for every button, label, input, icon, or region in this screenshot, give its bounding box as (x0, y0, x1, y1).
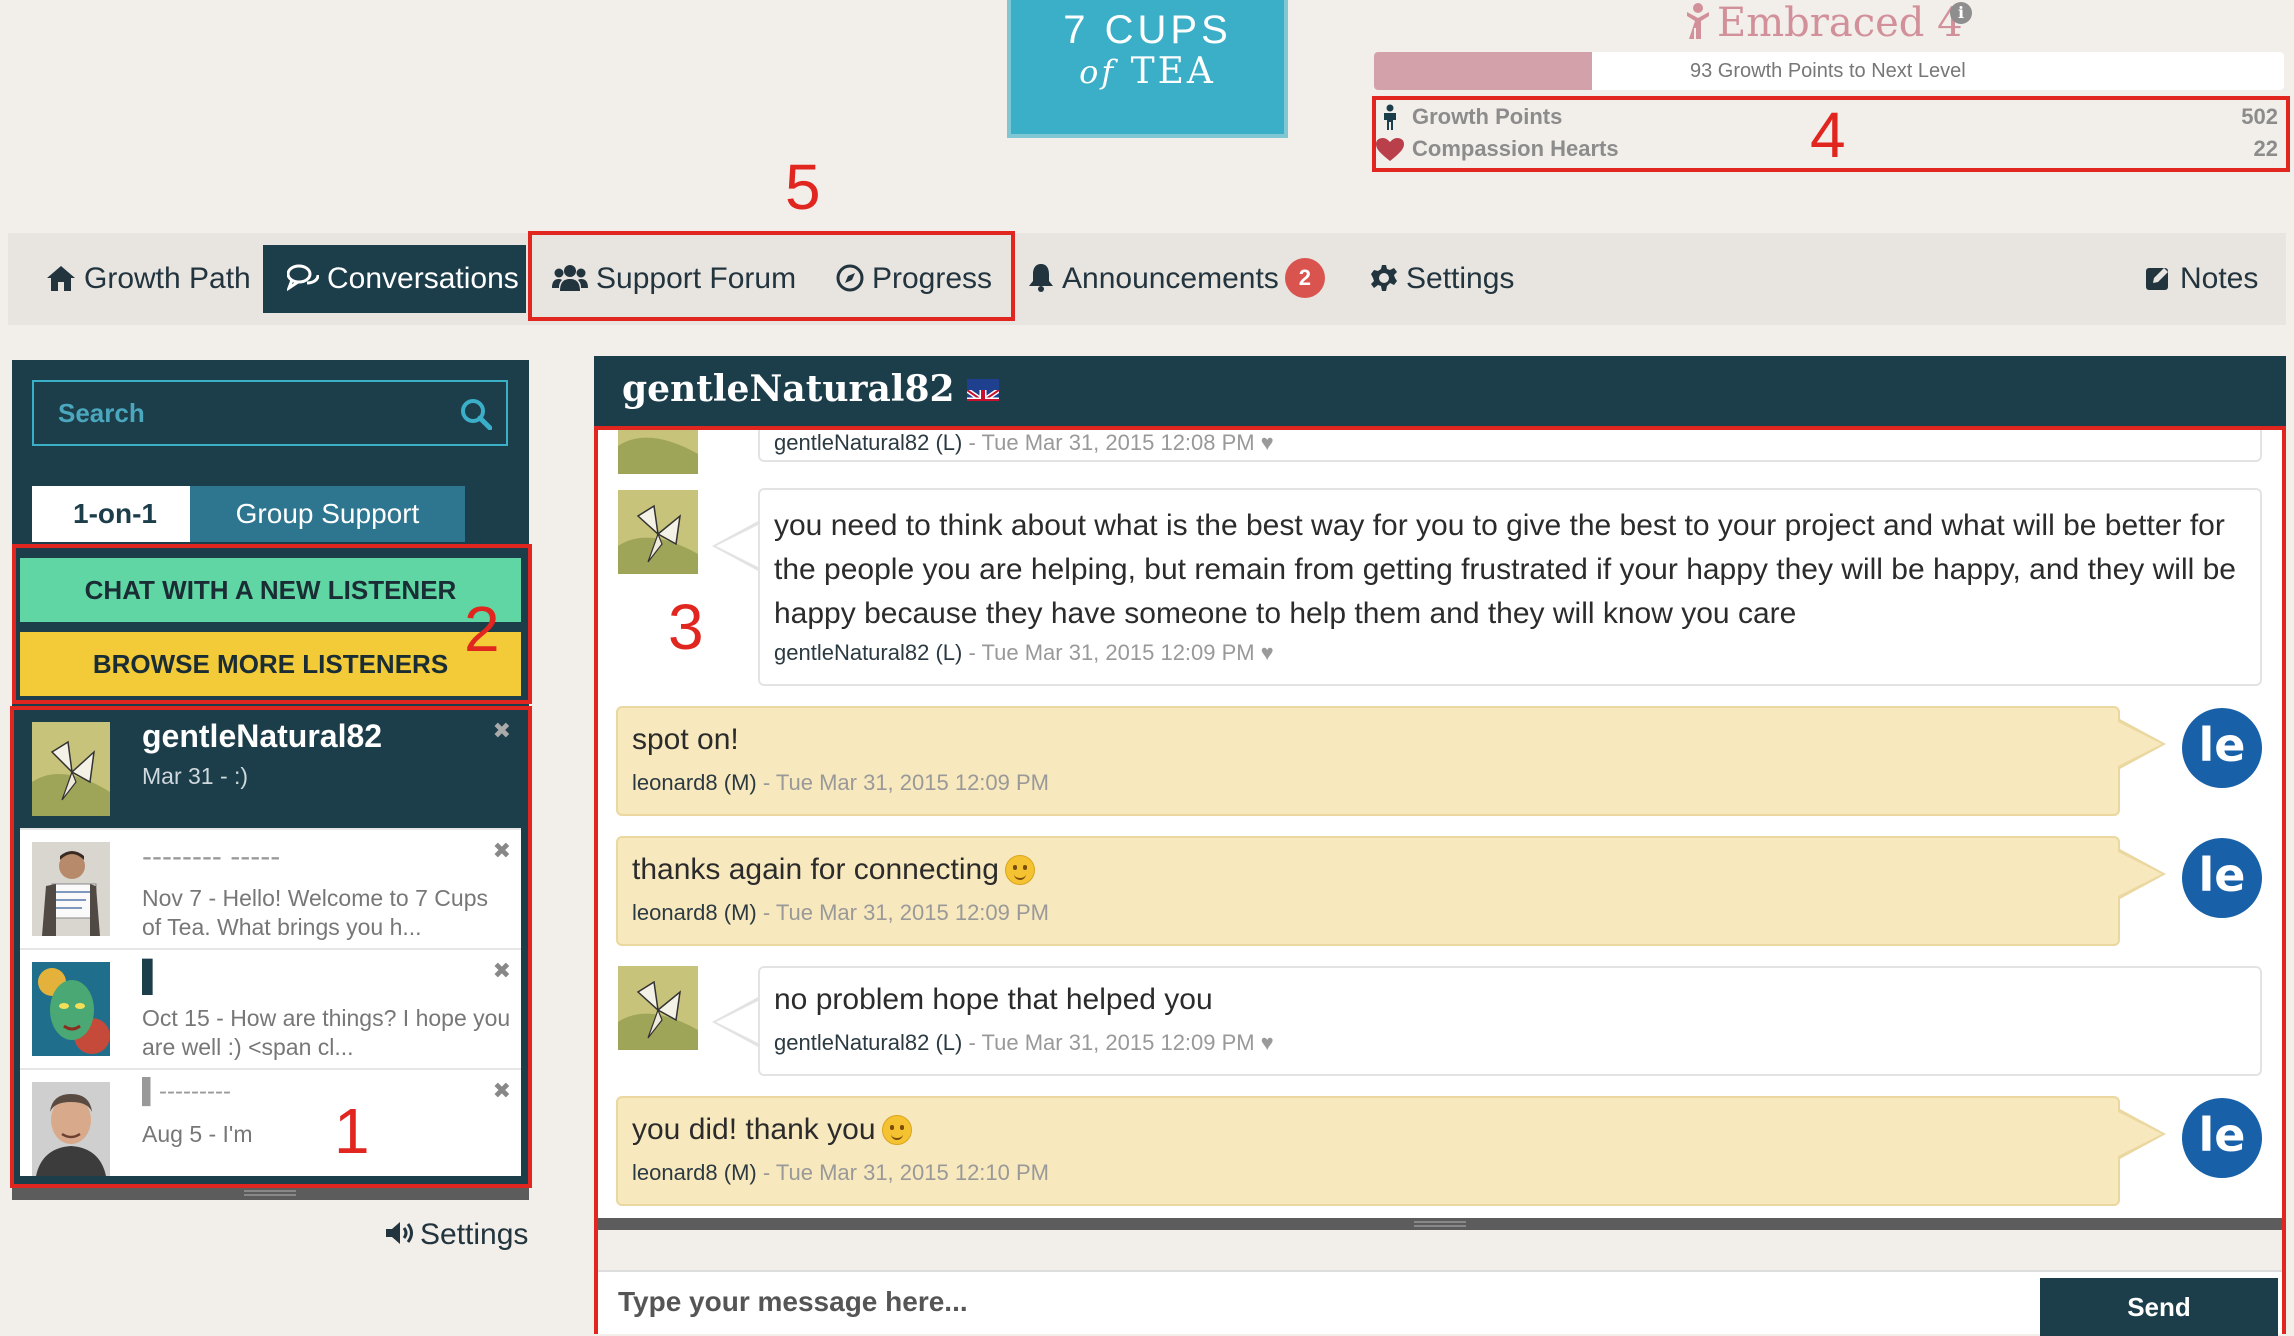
annotation-number-5: 5 (785, 151, 821, 223)
annotation-box-3 (594, 426, 2286, 1334)
nav-announcements[interactable]: Announcements 2 (1028, 245, 1348, 313)
home-icon (47, 266, 75, 291)
annotation-box-2 (12, 544, 532, 704)
chat-header: gentleNatural82 (594, 356, 2286, 426)
annotation-number-4: 4 (1810, 99, 1846, 171)
annotation-box-1 (10, 706, 532, 1188)
nav-growth-path[interactable]: Growth Path (18, 245, 270, 313)
tab-group-support[interactable]: Group Support (190, 486, 465, 542)
logo-line-1: 7 CUPS (1063, 8, 1232, 52)
edit-icon (2146, 268, 2168, 290)
search-icon[interactable] (460, 398, 492, 430)
logo-line-2: of TEA (1079, 51, 1216, 92)
level-progress-text: 93 Growth Points to Next Level (1690, 60, 1966, 82)
announcements-badge: 2 (1284, 258, 1325, 298)
annotation-number-1: 1 (334, 1095, 370, 1167)
main-nav: Growth Path Conversations Support Forum … (8, 233, 2286, 325)
gear-icon (1371, 265, 1397, 291)
info-icon[interactable]: i (1950, 2, 1972, 24)
level-progress-bar: 93 Growth Points to Next Level (1374, 52, 2284, 90)
comments-icon (285, 264, 320, 292)
level-name: Embraced (1717, 0, 1925, 46)
person-icon (1685, 2, 1711, 40)
sidebar-resize-handle[interactable] (12, 1186, 529, 1200)
sound-settings-link[interactable]: Settings (384, 1218, 528, 1252)
tab-one-on-one[interactable]: 1-on-1 (32, 486, 198, 542)
annotation-box-5 (528, 231, 1015, 321)
level-progress-fill (1374, 52, 1593, 90)
nav-settings[interactable]: Settings (1370, 245, 1530, 313)
chat-partner-name: gentleNatural82 (622, 368, 999, 410)
search-box (32, 380, 508, 446)
volume-icon (386, 1222, 413, 1244)
uk-flag-icon (966, 379, 999, 401)
level-label: Embraced 4 (1685, 0, 1963, 46)
annotation-number-2: 2 (464, 593, 500, 665)
bell-icon (1029, 264, 1053, 292)
search-input[interactable] (34, 382, 506, 444)
nav-conversations[interactable]: Conversations (263, 245, 526, 313)
nav-notes[interactable]: Notes (2144, 245, 2274, 313)
site-logo[interactable]: 7 CUPS of TEA (1007, 0, 1288, 138)
